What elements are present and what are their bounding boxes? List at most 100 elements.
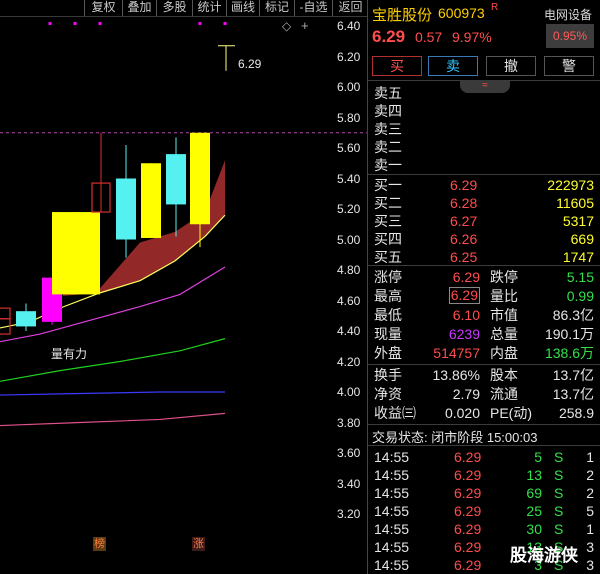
stat-label: 现量 xyxy=(374,326,402,342)
ask-row[interactable]: 卖一 xyxy=(368,156,600,174)
signal-dot xyxy=(48,22,52,25)
margin-flag-badge: R xyxy=(491,2,499,13)
bid-row[interactable]: 买四 6.26 669 xyxy=(368,230,600,248)
stat-row: 外盘 514757 内盘 138.6万 xyxy=(368,344,600,362)
price-tick-label: 5.40 xyxy=(337,171,361,186)
tick-row: 14:55 6.29 30 S 1 xyxy=(368,520,600,538)
bid-volume: 222973 xyxy=(547,177,594,193)
tick-time: 14:55 xyxy=(374,557,410,573)
tick-side: S xyxy=(554,503,564,519)
tick-row: 14:55 6.29 13 S 2 xyxy=(368,466,600,484)
stat-value: 86.3亿 xyxy=(552,307,594,323)
toolbar-back-button[interactable]: 返回 xyxy=(332,0,368,16)
buy-button[interactable]: 买 xyxy=(372,56,422,76)
ask-level-label: 卖二 xyxy=(374,139,402,155)
stat-label: 内盘 xyxy=(490,345,518,361)
signal-dot xyxy=(73,22,77,25)
candle-body xyxy=(166,154,186,205)
ask-row[interactable]: 卖二 xyxy=(368,138,600,156)
bid-level-label: 买一 xyxy=(374,177,402,193)
tick-count: 2 xyxy=(586,485,594,501)
bid-row[interactable]: 买一 6.29 222973 xyxy=(368,176,600,194)
fundamental-label: 收益㈢ xyxy=(374,405,416,421)
tick-volume: 30 xyxy=(526,521,542,537)
diamond-icon[interactable]: ◇ xyxy=(282,19,291,33)
alert-button[interactable]: 警 xyxy=(544,56,594,76)
price-tick-label: 6.20 xyxy=(337,49,361,64)
fundamental-label: 流通 xyxy=(490,386,518,402)
ask-row[interactable]: 卖四 xyxy=(368,102,600,120)
stat-label: 跌停 xyxy=(490,269,518,285)
ma20-line xyxy=(0,338,226,382)
kline-chart[interactable]: ◇ + 6.40 6.20 6.00 5.80 5.60 5.40 5.20 5.00 4.80… xyxy=(0,16,368,574)
fundamental-value: 258.9 xyxy=(558,405,594,421)
stat-value: 5.15 xyxy=(566,269,594,285)
candle-body xyxy=(116,178,136,240)
stat-label: 外盘 xyxy=(374,345,402,361)
toolbar-overlay-button[interactable]: 叠加 xyxy=(122,0,156,16)
divider xyxy=(368,424,600,425)
toolbar-restore-rights-button[interactable]: 复权 xyxy=(84,0,122,16)
stat-label: 最低 xyxy=(374,307,402,323)
tick-time: 14:55 xyxy=(374,485,410,501)
kline-chart-canvas xyxy=(0,22,368,427)
bid-level-label: 买二 xyxy=(374,195,402,211)
price-tick-label: 5.00 xyxy=(337,232,361,247)
tick-volume: 25 xyxy=(526,503,542,519)
toolbar-multi-stock-button[interactable]: 多股 xyxy=(156,0,192,16)
bid-price: 6.29 xyxy=(450,177,478,193)
tick-price: 6.29 xyxy=(454,503,482,519)
tick-count: 2 xyxy=(586,467,594,483)
price-tick-label: 3.40 xyxy=(337,476,361,491)
stat-value: 6.29 xyxy=(452,269,480,285)
fundamental-label: 换手 xyxy=(374,367,402,383)
tick-time: 14:55 xyxy=(374,467,410,483)
sector-change-badge[interactable]: 0.95% xyxy=(546,24,594,48)
tick-row: 14:55 6.29 5 S 1 xyxy=(368,448,600,466)
fundamental-row: 收益㈢ 0.020 PE(动) 258.9 xyxy=(368,404,600,422)
tick-price: 6.29 xyxy=(454,521,482,537)
price-change: 0.57 xyxy=(415,29,443,45)
bid-price: 6.26 xyxy=(450,231,478,247)
ask-row[interactable]: 卖五 xyxy=(368,84,600,102)
sector-name[interactable]: 电网设备 xyxy=(544,6,592,23)
tick-time: 14:55 xyxy=(374,449,410,465)
bid-row[interactable]: 买三 6.27 5317 xyxy=(368,212,600,230)
price-tick-label: 3.80 xyxy=(337,415,361,430)
tick-side: S xyxy=(554,467,564,483)
toolbar-draw-line-button[interactable]: 画线 xyxy=(226,0,259,16)
stat-value: 6239 xyxy=(448,326,480,342)
current-price: 6.29 xyxy=(372,27,406,46)
tick-time: 14:55 xyxy=(374,521,410,537)
ma30-line xyxy=(0,391,225,396)
tick-side: S xyxy=(554,449,564,465)
tick-price: 6.29 xyxy=(454,485,482,501)
ranking-badge[interactable]: 榜 xyxy=(93,537,106,551)
plus-icon[interactable]: + xyxy=(301,18,309,33)
ask-row[interactable]: 卖三 xyxy=(368,120,600,138)
toolbar-statistics-button[interactable]: 统计 xyxy=(192,0,226,16)
toolbar-mark-button[interactable]: 标记 xyxy=(259,0,294,16)
tick-price: 6.29 xyxy=(454,539,482,555)
stat-label: 市值 xyxy=(490,307,518,323)
sell-button[interactable]: 卖 xyxy=(428,56,478,76)
bid-volume: 11605 xyxy=(556,195,594,211)
divider xyxy=(368,265,600,266)
price-tick-label: 4.00 xyxy=(337,385,361,399)
ask-level-label: 卖四 xyxy=(374,103,402,119)
limit-up-badge[interactable]: 涨 xyxy=(192,537,205,551)
signal-dot xyxy=(223,22,227,25)
toolbar-remove-watchlist-button[interactable]: -自选 xyxy=(294,0,332,16)
signal-dot xyxy=(198,22,202,25)
cancel-order-button[interactable]: 撤 xyxy=(486,56,536,76)
tick-volume: 5 xyxy=(534,449,542,465)
stat-value: 190.1万 xyxy=(544,326,594,342)
candle-body xyxy=(16,311,36,327)
bid-row[interactable]: 买五 6.25 1747 xyxy=(368,248,600,266)
tick-count: 3 xyxy=(586,539,594,555)
fundamental-value: 13.7亿 xyxy=(552,367,594,383)
stat-label: 涨停 xyxy=(374,269,402,285)
stat-row: 最低 6.10 市值 86.3亿 xyxy=(368,306,600,324)
bid-row[interactable]: 买二 6.28 11605 xyxy=(368,194,600,212)
price-tick-label: 6.40 xyxy=(337,19,361,33)
